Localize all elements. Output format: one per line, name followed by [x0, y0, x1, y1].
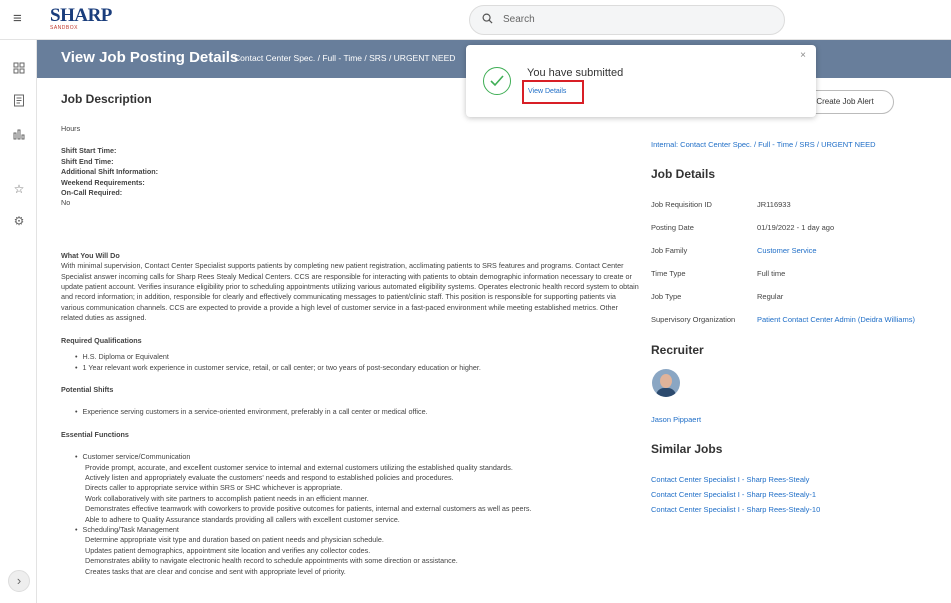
- detail-value: Full time: [757, 269, 786, 278]
- internal-posting-link[interactable]: Internal: Contact Center Spec. / Full - …: [651, 140, 876, 149]
- bar-chart-icon[interactable]: [11, 128, 27, 144]
- list-item: Determine appropriate visit type and dur…: [85, 535, 384, 545]
- detail-key: Job Type: [651, 292, 682, 301]
- toast-title: You have submitted: [527, 67, 624, 79]
- success-toast: You have submitted View Details ×: [466, 45, 816, 117]
- similar-job-link[interactable]: Contact Center Specialist I - Sharp Rees…: [651, 490, 816, 499]
- similar-job-link[interactable]: Contact Center Specialist I - Sharp Rees…: [651, 505, 820, 514]
- detail-value: 01/19/2022 - 1 day ago: [757, 223, 835, 232]
- apps-grid-icon[interactable]: [11, 62, 27, 78]
- list-item: H.S. Diploma or Equivalent: [75, 352, 641, 362]
- main-content: Job Description Hours Shift Start Time: …: [37, 78, 951, 603]
- what-you-will-do-text: With minimal supervision, Contact Center…: [61, 261, 639, 323]
- list-item: Able to adhere to Quality Assurance stan…: [85, 514, 400, 524]
- list-item: Creates tasks that are clear and concise…: [85, 566, 346, 576]
- page-title: View Job Posting Details: [61, 49, 239, 66]
- top-bar: ≡ SHARP SANDBOX Search: [0, 0, 951, 40]
- detail-key: Posting Date: [651, 223, 694, 232]
- detail-key: Time Type: [651, 269, 686, 278]
- essential-functions-heading: Essential Functions: [61, 429, 129, 439]
- shift-end-label: Shift End Time:: [61, 156, 114, 166]
- list-item: Demonstrates effective teamwork with cow…: [85, 504, 532, 514]
- view-details-link[interactable]: View Details: [528, 88, 566, 95]
- detail-key: Job Requisition ID: [651, 200, 712, 209]
- additional-shift-label: Additional Shift Information:: [61, 167, 159, 177]
- recruiter-heading: Recruiter: [651, 343, 704, 357]
- potential-shifts-heading: Potential Shifts: [61, 384, 114, 394]
- list-item: Experience serving customers in a servic…: [75, 407, 641, 417]
- highlight-box: View Details: [522, 80, 584, 104]
- list-item: Provide prompt, accurate, and excellent …: [85, 462, 513, 472]
- job-description-body: Hours Shift Start Time: Shift End Time: …: [61, 124, 641, 577]
- supervisory-org-link[interactable]: Patient Contact Center Admin (Deidra Wil…: [757, 315, 915, 324]
- search-input[interactable]: Search: [469, 5, 785, 35]
- essential-functions-list: Customer service/Communication: [61, 452, 641, 462]
- close-icon[interactable]: ×: [800, 50, 806, 61]
- job-description-title: Job Description: [61, 92, 152, 106]
- avatar-body: [656, 388, 676, 397]
- avatar-face: [660, 374, 672, 388]
- gear-icon[interactable]: ⚙: [11, 213, 27, 229]
- required-qualifications-heading: Required Qualifications: [61, 335, 142, 345]
- page-subtitle: Contact Center Spec. / Full - Time / SRS…: [234, 53, 456, 63]
- required-qualifications-list: H.S. Diploma or Equivalent 1 Year releva…: [61, 352, 641, 373]
- inbox-icon[interactable]: [11, 94, 27, 110]
- detail-key: Supervisory Organization: [651, 315, 736, 324]
- list-item: Work collaboratively with site partners …: [85, 493, 369, 503]
- detail-value: JR116933: [757, 200, 791, 209]
- list-item: Scheduling/Task Management: [75, 525, 641, 535]
- logo-main-text: SHARP: [50, 5, 112, 26]
- list-item: Customer service/Communication: [75, 452, 641, 462]
- potential-shifts-list: Experience serving customers in a servic…: [61, 407, 641, 417]
- success-check-icon: [483, 67, 511, 95]
- essential-group1-items: Provide prompt, accurate, and excellent …: [61, 463, 641, 525]
- star-icon[interactable]: ☆: [11, 181, 27, 197]
- detail-value: Regular: [757, 292, 784, 301]
- job-family-link[interactable]: Customer Service: [757, 246, 817, 255]
- what-you-will-do-heading: What You Will Do: [61, 250, 120, 260]
- expand-rail-button[interactable]: ›: [8, 570, 30, 592]
- list-item: Demonstrates ability to navigate electro…: [85, 556, 458, 566]
- recruiter-name-link[interactable]: Jason Pippaert: [651, 415, 701, 424]
- hours-label: Hours: [61, 124, 81, 133]
- essential-functions-list-2: Scheduling/Task Management: [61, 525, 641, 535]
- on-call-value: No: [61, 198, 71, 208]
- similar-jobs-heading: Similar Jobs: [651, 442, 723, 456]
- on-call-label: On-Call Required:: [61, 188, 123, 198]
- job-details-heading: Job Details: [651, 167, 716, 181]
- hamburger-menu-icon[interactable]: ≡: [13, 11, 27, 26]
- list-item: Directs caller to appropriate service wi…: [85, 483, 343, 493]
- list-item: 1 Year relevant work experience in custo…: [75, 363, 641, 373]
- shift-start-label: Shift Start Time:: [61, 146, 117, 156]
- recruiter-avatar[interactable]: [652, 369, 680, 397]
- essential-group2-items: Determine appropriate visit type and dur…: [61, 535, 641, 577]
- list-item: Actively listen and appropriately evalua…: [85, 472, 454, 482]
- list-item: Updates patient demographics, appointmen…: [85, 545, 371, 555]
- left-rail: ☆ ⚙ ›: [0, 40, 37, 603]
- detail-key: Job Family: [651, 246, 688, 255]
- similar-job-link[interactable]: Contact Center Specialist I - Sharp Rees…: [651, 475, 809, 484]
- sharp-logo[interactable]: SHARP SANDBOX: [50, 5, 112, 31]
- weekend-label: Weekend Requirements:: [61, 177, 145, 187]
- search-icon: [482, 12, 493, 27]
- search-placeholder: Search: [503, 14, 535, 25]
